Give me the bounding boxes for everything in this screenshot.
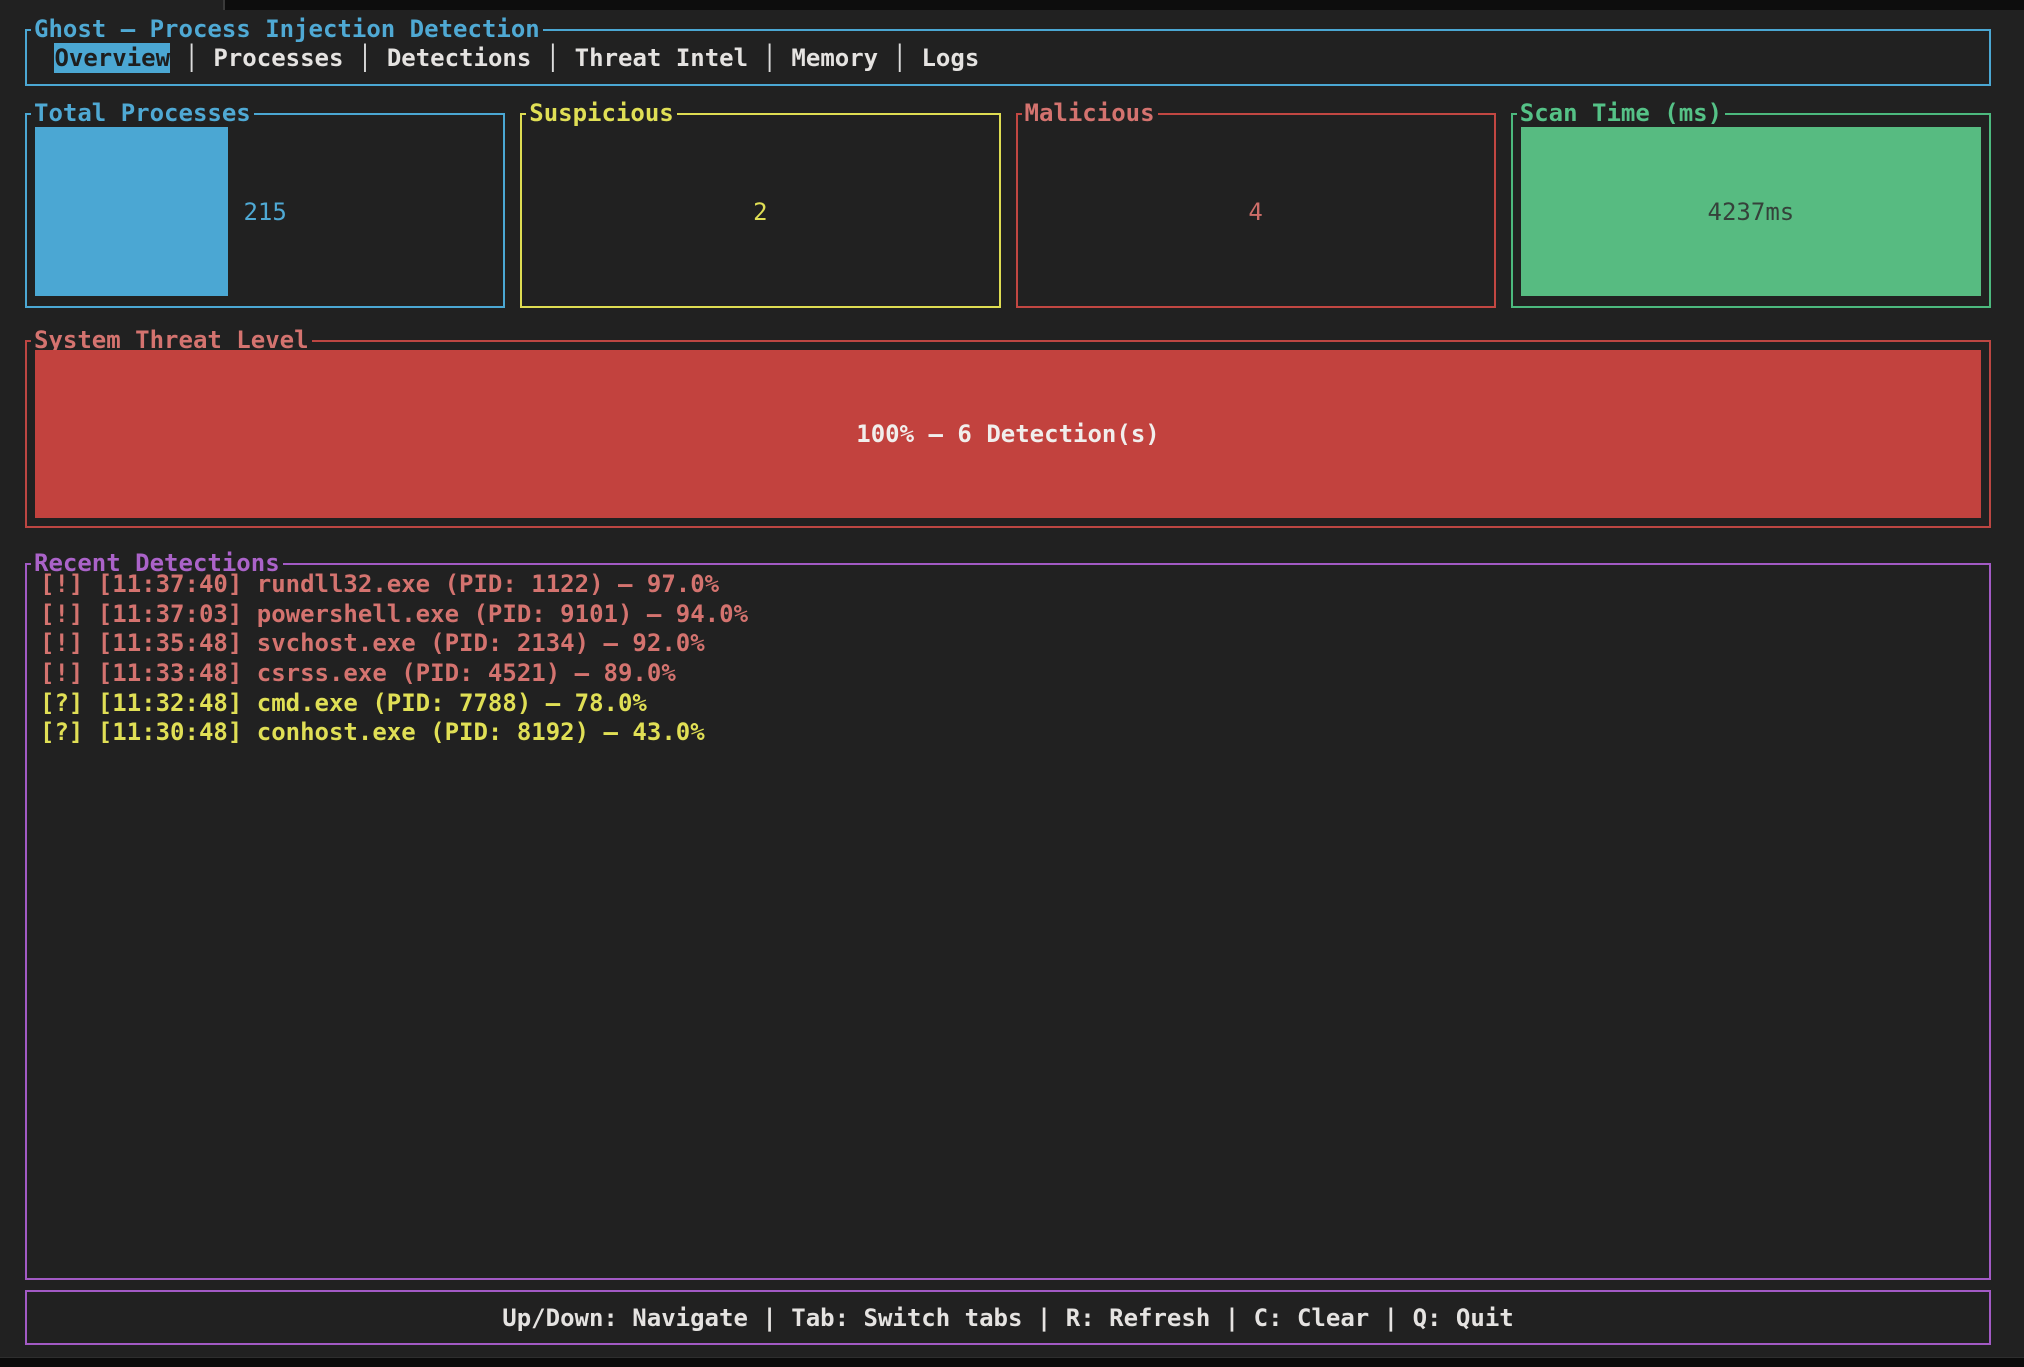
threat-level-panel: System Threat Level 100% — 6 Detection(s… [25, 340, 1991, 528]
tab-threat-intel[interactable]: Threat Intel [575, 43, 748, 73]
stat-title: Total Processes [31, 99, 254, 127]
detection-row[interactable]: [!] [11:35:48] svchost.exe (PID: 2134) —… [40, 629, 1979, 659]
tab-separator: │ [748, 44, 791, 72]
window-chrome-top-edge [223, 0, 2024, 10]
recent-detections-panel: Recent Detections [!] [11:37:40] rundll3… [25, 563, 1991, 1280]
stat-value: 4237ms [1521, 127, 1981, 296]
detections-list: [!] [11:37:40] rundll32.exe (PID: 1122) … [40, 570, 1979, 748]
detection-row[interactable]: [!] [11:33:48] csrss.exe (PID: 4521) — 8… [40, 659, 1979, 689]
total-processes-gauge: 215 [35, 127, 495, 296]
stat-title: Scan Time (ms) [1517, 99, 1725, 127]
tab-logs[interactable]: Logs [921, 43, 979, 73]
tab-separator: │ [531, 44, 574, 72]
stat-value: 2 [530, 127, 990, 296]
stat-value: 4 [1026, 127, 1486, 296]
threat-gauge-label: 100% — 6 Detection(s) [35, 350, 1981, 518]
tab-processes[interactable]: Processes [213, 43, 343, 73]
tab-overview[interactable]: Overview [54, 43, 170, 73]
threat-level-gauge: 100% — 6 Detection(s) [35, 350, 1981, 518]
stat-title: Malicious [1022, 99, 1158, 127]
suspicious-gauge: 2 [530, 127, 990, 296]
status-bar: Up/Down: Navigate | Tab: Switch tabs | R… [25, 1290, 1991, 1345]
app-title: Ghost — Process Injection Detection [31, 15, 543, 43]
stat-value: 215 [35, 127, 495, 296]
keybind-help-text: Up/Down: Navigate | Tab: Switch tabs | R… [502, 1304, 1513, 1332]
stat-suspicious: Suspicious 2 [520, 113, 1000, 308]
detection-row[interactable]: [?] [11:30:48] conhost.exe (PID: 8192) —… [40, 718, 1979, 748]
stats-row: Total Processes 215 Suspicious 2 Malicio… [25, 113, 1991, 308]
tab-separator: │ [170, 44, 213, 72]
tab-detections[interactable]: Detections [387, 43, 532, 73]
detection-row[interactable]: [!] [11:37:03] powershell.exe (PID: 9101… [40, 600, 1979, 630]
scan-time-gauge: 4237ms [1521, 127, 1981, 296]
stat-title: Suspicious [526, 99, 677, 127]
stat-scan-time: Scan Time (ms) 4237ms [1511, 113, 1991, 308]
tab-separator: │ [343, 44, 386, 72]
detection-row[interactable]: [!] [11:37:40] rundll32.exe (PID: 1122) … [40, 570, 1979, 600]
detection-row[interactable]: [?] [11:32:48] cmd.exe (PID: 7788) — 78.… [40, 689, 1979, 719]
tab-memory[interactable]: Memory [791, 43, 878, 73]
stat-malicious: Malicious 4 [1016, 113, 1496, 308]
stat-total-processes: Total Processes 215 [25, 113, 505, 308]
tab-separator: │ [878, 44, 921, 72]
header-panel: Ghost — Process Injection Detection Over… [25, 29, 1991, 86]
malicious-gauge: 4 [1026, 127, 1486, 296]
